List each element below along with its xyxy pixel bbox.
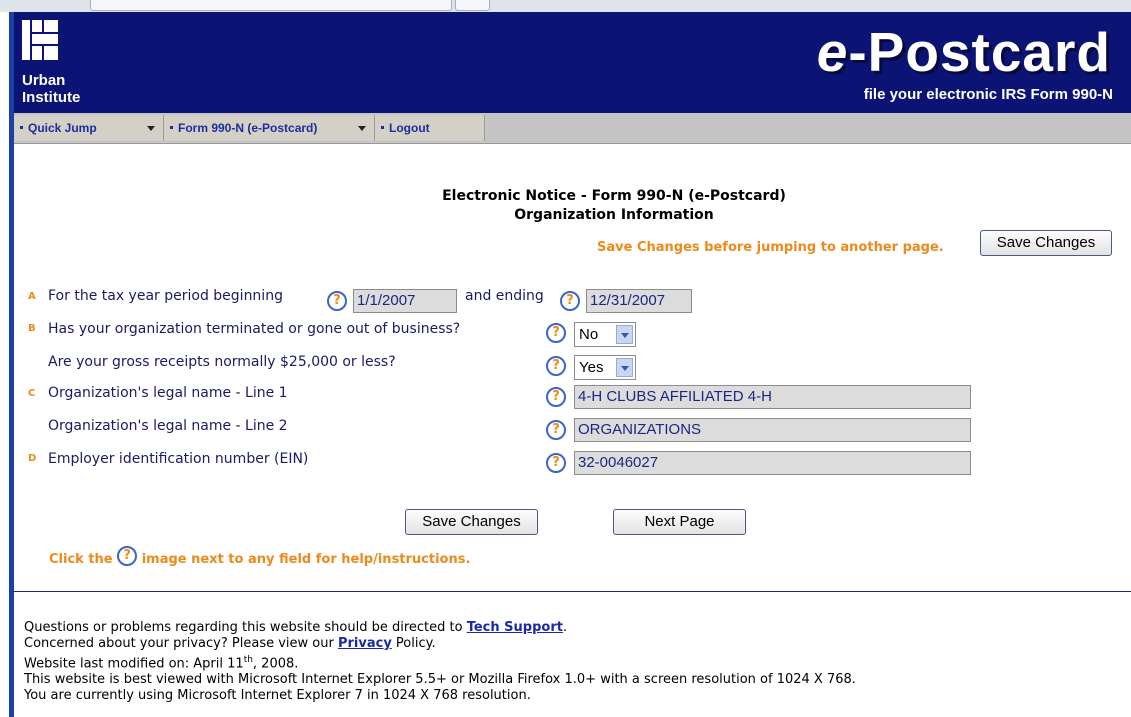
tax-year-label: For the tax year period beginning: [48, 288, 283, 304]
brand-tagline: file your electronic IRS Form 990-N: [863, 86, 1113, 103]
help-icon[interactable]: ?: [560, 291, 580, 311]
help-icon[interactable]: ?: [546, 356, 566, 376]
page-subtitle: Organization Information: [514, 207, 714, 223]
browser-new-tab[interactable]: [455, 0, 490, 11]
nav-form-990n[interactable]: Form 990-N (e-Postcard): [164, 115, 375, 141]
help-icon[interactable]: ?: [327, 291, 347, 311]
nav-logout[interactable]: Logout: [375, 115, 485, 141]
legal-name-line1-label: Organization's legal name - Line 1: [48, 385, 288, 401]
dropdown-arrow-icon[interactable]: [616, 358, 633, 377]
ein-label: Employer identification number (EIN): [48, 451, 309, 467]
urban-institute-logo-icon: [22, 20, 58, 60]
next-page-button[interactable]: Next Page: [613, 509, 746, 535]
row-letter-a: A: [28, 291, 36, 302]
row-letter-c: C: [28, 388, 36, 399]
footer-divider: [14, 591, 1131, 592]
save-changes-note: Save Changes before jumping to another p…: [597, 240, 944, 255]
save-changes-top-button[interactable]: Save Changes: [980, 230, 1112, 256]
gross-receipts-label: Are your gross receipts normally $25,000…: [48, 354, 396, 370]
help-icon: ?: [117, 546, 138, 566]
save-changes-button[interactable]: Save Changes: [405, 509, 538, 535]
gross-receipts-select[interactable]: Yes: [574, 355, 636, 380]
browser-tab-strip: [0, 0, 1131, 12]
site-header: Urban Institute e-Postcard file your ele…: [14, 12, 1131, 113]
row-letter-b: B: [28, 323, 36, 334]
and-ending-label: and ending: [465, 288, 544, 304]
footer-browser-line: This website is best viewed with Microso…: [24, 672, 856, 688]
brand-title: e-Postcard: [816, 21, 1111, 83]
help-icon[interactable]: ?: [546, 323, 566, 343]
tax-year-begin-field[interactable]: 1/1/2007: [353, 289, 457, 313]
legal-name-line2-label: Organization's legal name - Line 2: [48, 418, 288, 434]
help-instructions: Click the ? image next to any field for …: [49, 546, 471, 567]
chevron-down-icon: [147, 126, 155, 131]
footer-privacy-line: Concerned about your privacy? Please vie…: [24, 636, 436, 651]
dropdown-arrow-icon[interactable]: [616, 325, 633, 344]
terminated-label: Has your organization terminated or gone…: [48, 321, 461, 337]
help-icon[interactable]: ?: [546, 453, 566, 473]
nav-quick-jump[interactable]: Quick Jump: [14, 115, 164, 141]
privacy-link[interactable]: Privacy: [338, 636, 392, 651]
browser-tab-active[interactable]: [90, 0, 452, 11]
help-icon[interactable]: ?: [546, 387, 566, 407]
ein-field[interactable]: 32-0046027: [574, 451, 971, 475]
page-title: Electronic Notice - Form 990-N (e-Postca…: [442, 188, 786, 204]
nav-bar: Quick Jump Form 990-N (e-Postcard) Logou…: [14, 113, 1131, 144]
footer-support-line: Questions or problems regarding this web…: [24, 620, 568, 635]
terminated-select[interactable]: No: [574, 322, 636, 347]
legal-name-line1-field[interactable]: 4-H CLUBS AFFILIATED 4-H: [574, 385, 971, 409]
tax-year-end-field[interactable]: 12/31/2007: [586, 289, 692, 313]
site-footer: Questions or problems regarding this web…: [24, 620, 856, 704]
footer-modified-line: Website last modified on: April 11th, 20…: [24, 655, 299, 672]
tech-support-link[interactable]: Tech Support: [467, 620, 563, 635]
urban-institute-logo-text: Urban Institute: [22, 72, 81, 106]
page: Urban Institute e-Postcard file your ele…: [14, 12, 1131, 717]
footer-current-browser-line: You are currently using Microsoft Intern…: [24, 688, 531, 704]
chevron-down-icon: [358, 126, 366, 131]
help-icon[interactable]: ?: [546, 420, 566, 440]
row-letter-d: D: [28, 453, 37, 464]
legal-name-line2-field[interactable]: ORGANIZATIONS: [574, 418, 971, 442]
